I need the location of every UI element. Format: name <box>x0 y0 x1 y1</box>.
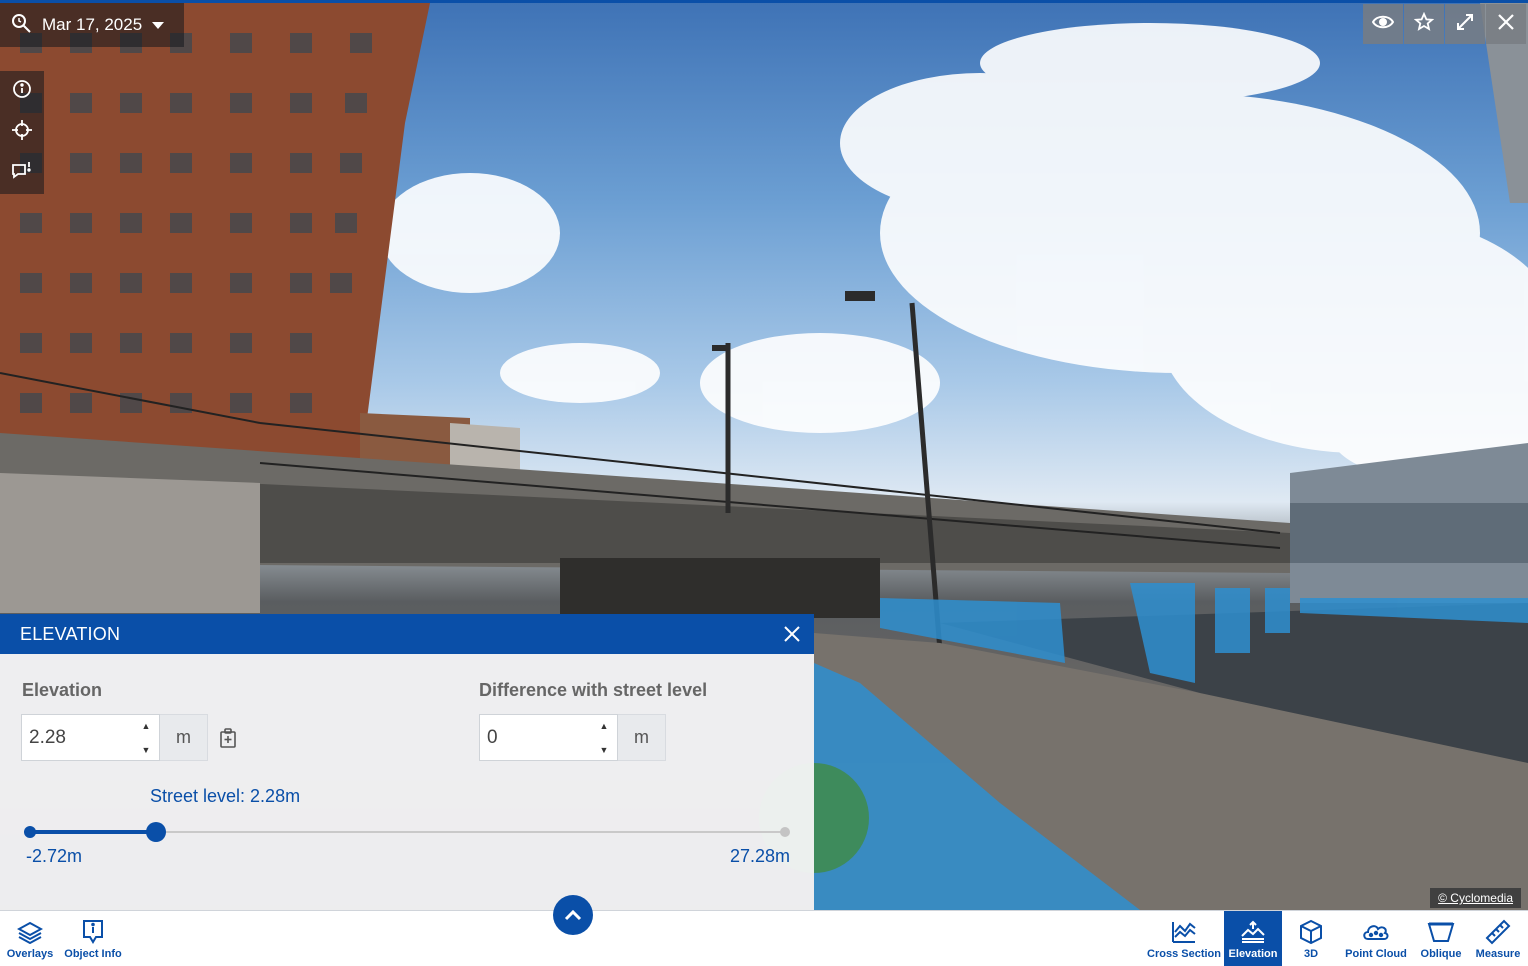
cross-section-button[interactable]: Cross Section <box>1146 911 1222 966</box>
elevation-stepper[interactable]: ▲ ▼ <box>139 721 153 755</box>
date-selector[interactable]: Mar 17, 2025 <box>0 3 184 47</box>
difference-input-group: 0 ▲ ▼ m <box>479 714 666 761</box>
stepper-up-icon[interactable]: ▲ <box>142 721 151 731</box>
info-button[interactable] <box>0 71 44 112</box>
3d-label: 3D <box>1303 948 1319 960</box>
stepper-down-icon[interactable]: ▼ <box>142 745 151 755</box>
elevation-input-group: 2.28 ▲ ▼ m <box>21 714 208 761</box>
difference-unit: m <box>618 714 666 761</box>
bottom-toolbar: Overlays Object Info Cross Section Eleva… <box>0 910 1528 966</box>
viewer-controls <box>1363 4 1526 44</box>
point-cloud-label: Point Cloud <box>1345 948 1407 960</box>
point-cloud-icon <box>1362 918 1390 946</box>
report-button[interactable] <box>0 153 44 194</box>
ruler-icon <box>1485 918 1511 946</box>
difference-value: 0 <box>487 726 498 748</box>
elevation-slider[interactable] <box>24 822 790 842</box>
expand-icon <box>1455 12 1475 37</box>
range-min-label: -2.72m <box>26 846 83 866</box>
layers-icon <box>17 918 43 946</box>
measure-label: Measure <box>1475 948 1521 960</box>
star-icon <box>1413 11 1435 37</box>
slider-max-marker <box>780 827 790 837</box>
favorite-button[interactable] <box>1404 4 1444 44</box>
panel-title: ELEVATION <box>20 623 121 644</box>
locate-button[interactable] <box>0 112 44 153</box>
eye-icon <box>1371 14 1395 35</box>
slider-thumb[interactable] <box>146 822 166 842</box>
copy-to-clipboard-icon[interactable] <box>219 728 237 753</box>
object-info-label: Object Info <box>64 948 122 960</box>
chevron-up-icon <box>564 909 582 921</box>
oblique-button[interactable]: Oblique <box>1414 911 1468 966</box>
stepper-up-icon[interactable]: ▲ <box>600 721 609 731</box>
zoom-history-icon[interactable] <box>10 12 32 39</box>
elevation-tool-button[interactable]: Elevation <box>1224 911 1282 966</box>
comment-icon <box>11 160 33 187</box>
elevation-tool-label: Elevation <box>1228 948 1278 960</box>
close-icon <box>784 626 800 642</box>
difference-stepper[interactable]: ▲ ▼ <box>597 721 611 755</box>
difference-input[interactable]: 0 ▲ ▼ <box>479 714 618 761</box>
overlays-button[interactable]: Overlays <box>2 911 58 966</box>
object-info-button[interactable]: Object Info <box>60 911 126 966</box>
elevation-panel: ELEVATION Elevation 2.28 ▲ ▼ m Difference… <box>0 614 814 910</box>
point-cloud-button[interactable]: Point Cloud <box>1342 911 1410 966</box>
elevation-unit: m <box>160 714 208 761</box>
measure-button[interactable]: Measure <box>1472 911 1524 966</box>
close-viewer-button[interactable] <box>1486 4 1526 44</box>
copyright-link[interactable]: © Cyclomedia <box>1430 888 1521 908</box>
visibility-button[interactable] <box>1363 4 1403 44</box>
overlays-label: Overlays <box>6 948 54 960</box>
chevron-down-icon[interactable] <box>152 21 165 29</box>
oblique-label: Oblique <box>1420 948 1462 960</box>
panel-header: ELEVATION <box>0 614 814 654</box>
stepper-down-icon[interactable]: ▼ <box>600 745 609 755</box>
fullscreen-button[interactable] <box>1445 4 1485 44</box>
cross-section-label: Cross Section <box>1147 948 1221 960</box>
oblique-icon <box>1427 918 1455 946</box>
3d-button[interactable]: 3D <box>1286 911 1336 966</box>
street-level-label: Street level: 2.28m <box>150 786 301 806</box>
range-max-label: 27.28m <box>729 846 790 866</box>
crosshair-icon <box>11 119 33 146</box>
cube-icon <box>1298 918 1324 946</box>
cross-section-icon <box>1171 918 1197 946</box>
top-border <box>0 0 1528 3</box>
expand-panel-button[interactable] <box>553 895 593 935</box>
slider-min-marker <box>24 826 36 838</box>
difference-label: Difference with street level <box>479 680 708 700</box>
elevation-value: 2.28 <box>29 726 66 748</box>
elevation-label: Elevation <box>22 680 103 700</box>
elevation-icon <box>1240 918 1266 946</box>
side-toolbar <box>0 71 44 194</box>
elevation-input[interactable]: 2.28 ▲ ▼ <box>21 714 160 761</box>
panel-close-button[interactable] <box>780 622 804 646</box>
close-icon <box>1497 13 1515 36</box>
date-label[interactable]: Mar 17, 2025 <box>42 15 142 35</box>
object-info-icon <box>82 918 104 946</box>
slider-fill <box>30 830 156 834</box>
info-icon <box>12 79 32 104</box>
